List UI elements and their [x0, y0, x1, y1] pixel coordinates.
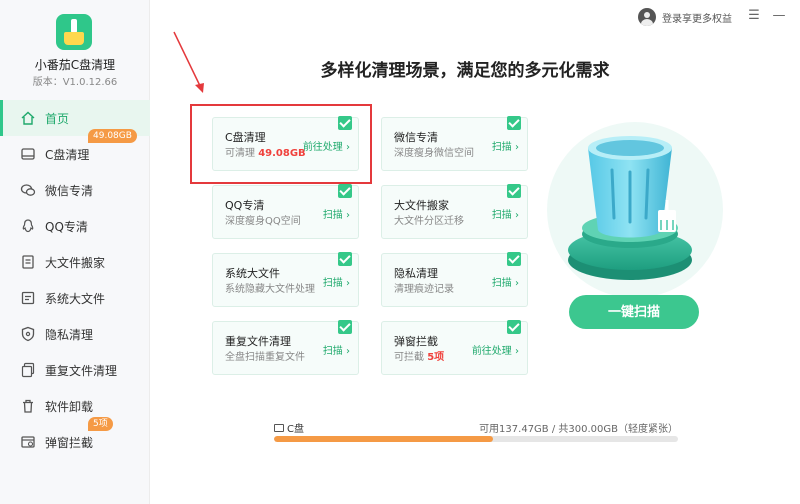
sidebar-item-system-large-file[interactable]: 系统大文件 [0, 280, 150, 316]
check-icon[interactable] [507, 252, 521, 266]
sidebar-item-privacy[interactable]: 隐私清理 [0, 316, 150, 352]
card-duplicate-file[interactable]: 重复文件清理 全盘扫描重复文件 扫描 › [212, 320, 359, 375]
disk-info: 可用137.47GB / 共300.00GB（轻度紧张） [479, 424, 678, 435]
sidebar-item-label: 系统大文件 [45, 291, 106, 306]
sidebar-item-duplicate-file[interactable]: 重复文件清理 [0, 352, 150, 388]
card-action-link[interactable]: 前往处理 › [472, 342, 519, 357]
card-subtitle: 清理痕迹记录 [394, 284, 454, 295]
sidebar-item-label: 大文件搬家 [45, 255, 106, 270]
app-name: 小番茄C盘清理 [34, 58, 116, 72]
card-action-link[interactable]: 扫描 › [492, 274, 519, 289]
card-subtitle: 系统隐藏大文件处理 [225, 284, 315, 295]
sidebar-item-c-clean[interactable]: C盘清理 49.08GB [0, 129, 150, 172]
sidebar-nav: 首页 C盘清理 49.08GB 微信专清 QQ专清 大文件搬家 系统大文件 隐私… [0, 100, 150, 460]
card-subtitle: 全盘扫描重复文件 [225, 352, 305, 363]
page-title: 多样化清理场景，满足您的多元化需求 [320, 61, 610, 81]
popup-block-icon [20, 434, 36, 450]
sidebar: 小番茄C盘清理 版本：V1.0.12.66 首页 C盘清理 49.08GB 微信… [0, 0, 150, 504]
sidebar-item-label: 微信专清 [45, 183, 94, 198]
card-action-link[interactable]: 扫描 › [323, 274, 350, 289]
card-wechat[interactable]: 微信专清 深度瘦身微信空间 扫描 › [381, 116, 528, 171]
card-popup-block[interactable]: 弹窗拦截 可拦截 5项 前往处理 › [381, 320, 528, 375]
shield-icon [20, 326, 36, 342]
disk-usage-fill [274, 436, 493, 442]
card-title: 大文件搬家 [394, 199, 449, 212]
sidebar-item-label: 隐私清理 [45, 327, 94, 342]
card-action-link[interactable]: 扫描 › [492, 206, 519, 221]
card-system-large-file[interactable]: 系统大文件 系统隐藏大文件处理 扫描 › [212, 252, 359, 307]
card-title: 微信专清 [394, 131, 438, 144]
check-icon[interactable] [338, 320, 352, 334]
login-label: 登录享更多权益 [662, 13, 732, 25]
qq-icon [20, 218, 36, 234]
sidebar-badge: 49.08GB [88, 129, 137, 143]
card-subtitle: 大文件分区迁移 [394, 216, 464, 227]
app-logo-icon [56, 14, 92, 50]
sidebar-item-label: 弹窗拦截 [45, 435, 94, 450]
check-icon[interactable] [338, 184, 352, 198]
card-action-link[interactable]: 扫描 › [323, 206, 350, 221]
card-title: 重复文件清理 [225, 335, 291, 348]
sidebar-item-wechat[interactable]: 微信专清 [0, 172, 150, 208]
card-title: 弹窗拦截 [394, 335, 438, 348]
disk-icon [20, 146, 36, 162]
card-action-link[interactable]: 扫描 › [492, 138, 519, 153]
highlight-box [190, 104, 372, 184]
card-qq[interactable]: QQ专清 深度瘦身QQ空间 扫描 › [212, 184, 359, 239]
popup-count: 5项 [427, 352, 445, 363]
wechat-icon [20, 182, 36, 198]
card-title: QQ专清 [225, 199, 265, 212]
card-title: 隐私清理 [394, 267, 438, 280]
card-privacy[interactable]: 隐私清理 清理痕迹记录 扫描 › [381, 252, 528, 307]
sidebar-item-uninstall[interactable]: 软件卸载 [0, 388, 150, 424]
card-title: 系统大文件 [225, 267, 280, 280]
disk-usage-bar [274, 436, 678, 442]
uninstall-icon [20, 398, 36, 414]
sidebar-item-label: 软件卸载 [45, 399, 94, 414]
card-subtitle: 可拦截 5项 [394, 352, 445, 363]
menu-button[interactable]: ☰ [747, 8, 761, 23]
app-version: 版本：V1.0.12.66 [32, 77, 118, 88]
sidebar-item-label: C盘清理 [45, 147, 90, 162]
system-file-icon [20, 290, 36, 306]
card-action-link[interactable]: 扫描 › [323, 342, 350, 357]
sidebar-item-label: 首页 [45, 111, 70, 126]
card-subtitle: 深度瘦身QQ空间 [225, 216, 301, 227]
login-link[interactable]: 登录享更多权益 [638, 8, 732, 26]
file-move-icon [20, 254, 36, 270]
home-icon [20, 110, 36, 126]
sidebar-item-popup-block[interactable]: 弹窗拦截 5项 [0, 417, 150, 460]
disk-label: C盘 [274, 420, 304, 435]
sidebar-item-label: 重复文件清理 [45, 363, 118, 378]
check-icon[interactable] [507, 116, 521, 130]
check-icon[interactable] [338, 252, 352, 266]
check-icon[interactable] [507, 184, 521, 198]
avatar [638, 8, 656, 26]
minimize-button[interactable]: — [772, 8, 786, 23]
one-click-scan-button[interactable]: 一键扫描 [569, 295, 699, 329]
disk-drive-icon [274, 423, 284, 432]
sidebar-item-large-file-move[interactable]: 大文件搬家 [0, 244, 150, 280]
card-large-file-move[interactable]: 大文件搬家 大文件分区迁移 扫描 › [381, 184, 528, 239]
sidebar-item-label: QQ专清 [45, 219, 88, 234]
sidebar-badge: 5项 [88, 417, 113, 431]
duplicate-file-icon [20, 362, 36, 378]
sidebar-item-qq[interactable]: QQ专清 [0, 208, 150, 244]
check-icon[interactable] [507, 320, 521, 334]
card-subtitle: 深度瘦身微信空间 [394, 148, 474, 159]
trash-can-illustration-icon [547, 122, 723, 298]
